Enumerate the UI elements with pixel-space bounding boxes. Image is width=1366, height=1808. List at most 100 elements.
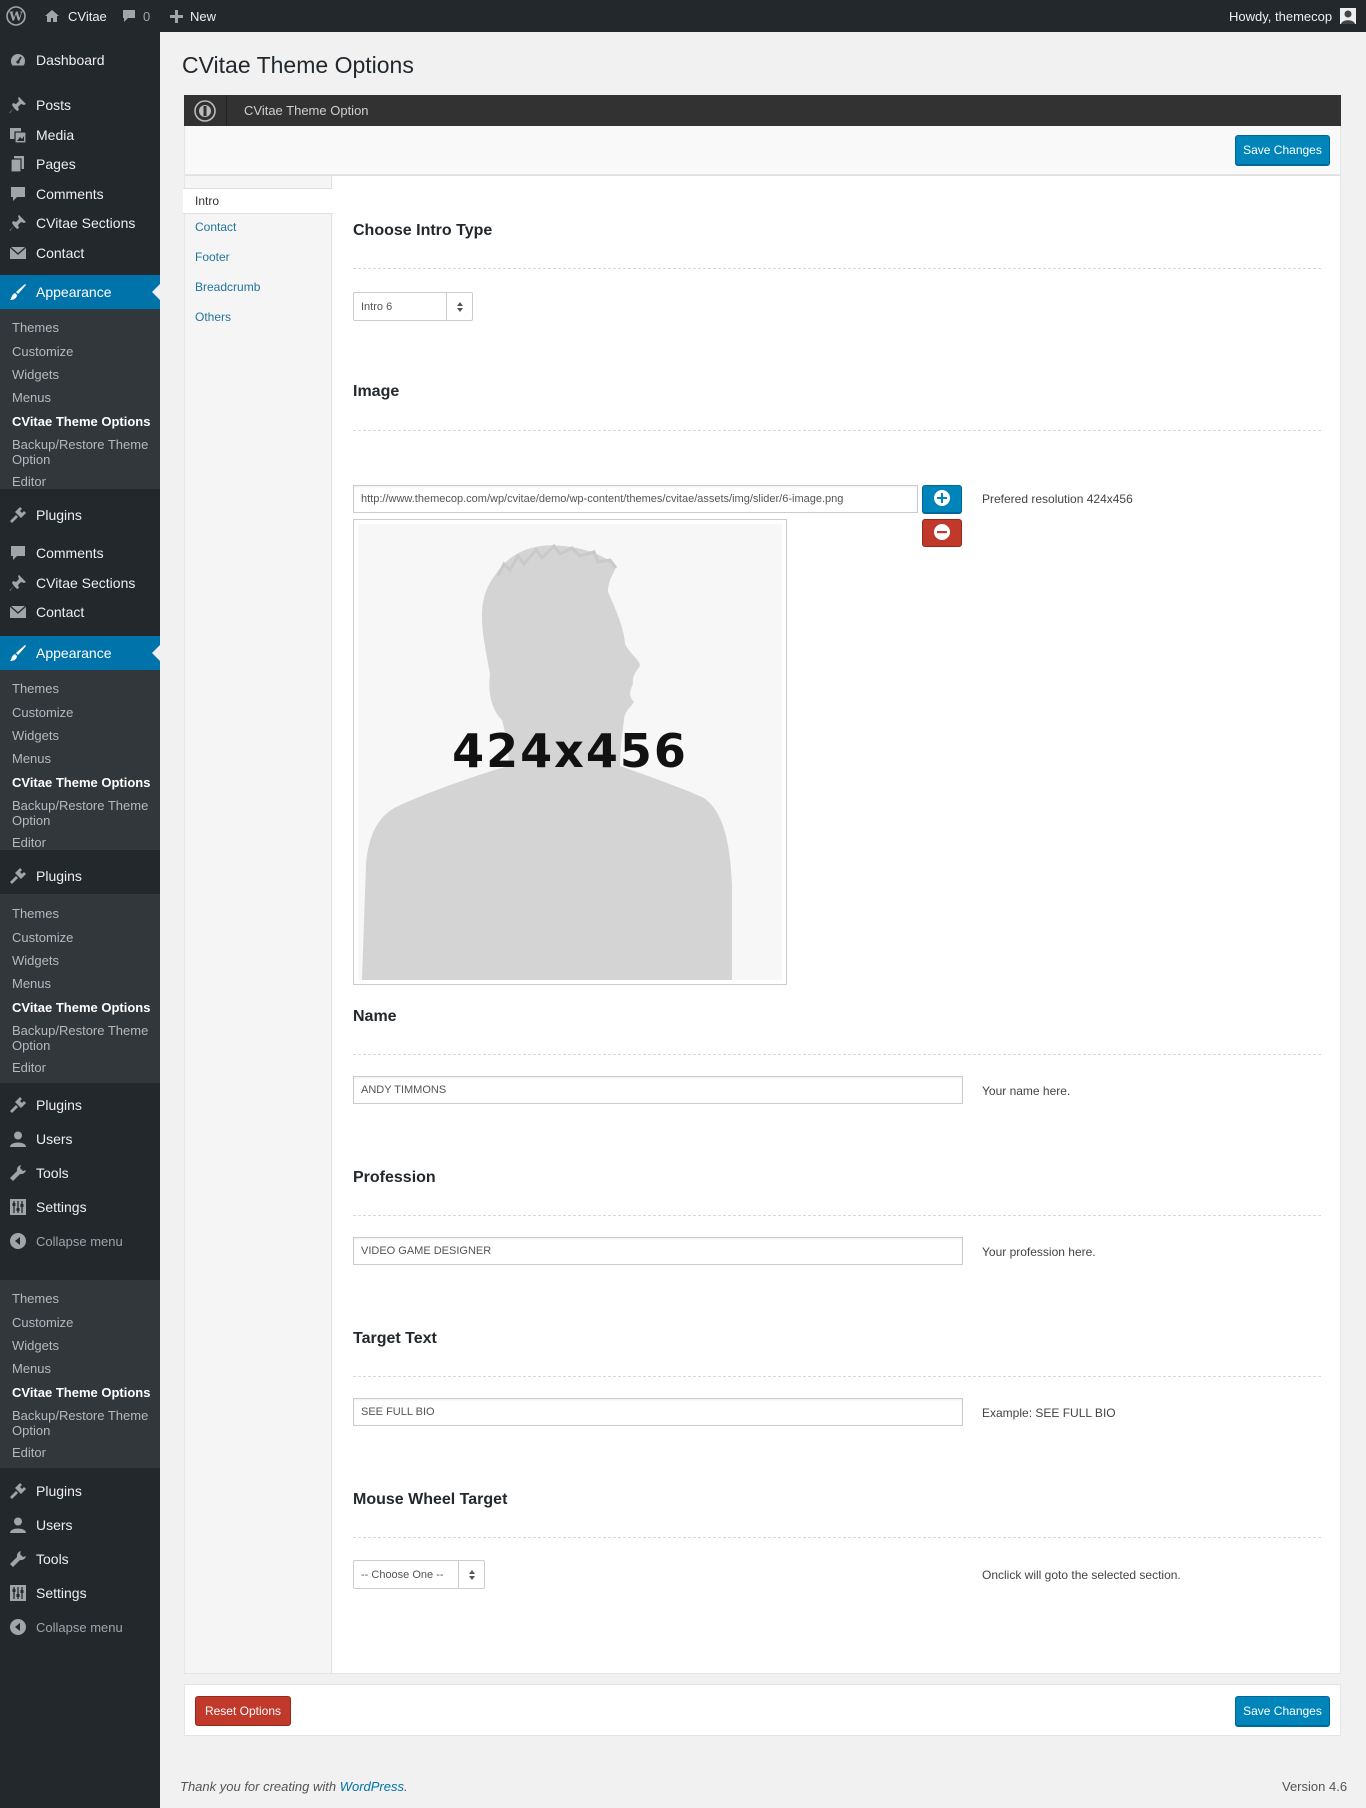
submenu-backup-restore[interactable]: Backup/Restore Theme Option	[12, 1408, 157, 1438]
pages-icon	[8, 154, 28, 174]
menu-label: Settings	[36, 1199, 87, 1215]
menu-settings[interactable]: Settings	[0, 1190, 160, 1224]
sliders-icon	[8, 1583, 28, 1603]
name-input[interactable]: ANDY TIMMONS	[353, 1076, 963, 1104]
submenu-menus[interactable]: Menus	[12, 1361, 157, 1376]
new-content-link[interactable]: New	[170, 0, 216, 32]
submenu-customize[interactable]: Customize	[12, 930, 157, 945]
wordpress-link[interactable]: WordPress	[340, 1779, 404, 1794]
submenu-themes[interactable]: Themes	[12, 906, 157, 921]
tab-intro[interactable]: Intro	[183, 188, 333, 214]
submenu-widgets[interactable]: Widgets	[12, 953, 157, 968]
new-label: New	[190, 8, 217, 24]
menu-label: Plugins	[36, 1483, 82, 1499]
menu-users[interactable]: Users	[0, 1508, 160, 1542]
menu-appearance[interactable]: Appearance	[0, 636, 160, 670]
pushpin-icon	[8, 95, 28, 115]
menu-comments[interactable]: Comments	[0, 536, 160, 570]
select-arrows-icon	[458, 1561, 484, 1588]
submenu-backup-restore[interactable]: Backup/Restore Theme Option	[12, 1023, 157, 1053]
remove-image-button[interactable]	[922, 519, 962, 547]
comments-link[interactable]: 0	[121, 0, 150, 32]
menu-users[interactable]: Users	[0, 1122, 160, 1156]
submenu-themes[interactable]: Themes	[12, 1291, 157, 1306]
submenu-customize[interactable]: Customize	[12, 1315, 157, 1330]
my-account-link[interactable]: Howdy, themecop	[1229, 0, 1357, 32]
collapse-arrow-icon	[8, 1231, 28, 1251]
image-title: Image	[353, 383, 400, 400]
tab-others[interactable]: Others	[195, 310, 231, 324]
submenu-backup-restore[interactable]: Backup/Restore Theme Option	[12, 798, 157, 828]
menu-plugins[interactable]: Plugins	[0, 859, 160, 893]
menu-plugins[interactable]: Plugins	[0, 498, 160, 532]
submenu-editor[interactable]: Editor	[12, 1445, 157, 1460]
intro-type-select[interactable]: Intro 6	[353, 292, 473, 321]
submenu-menus[interactable]: Menus	[12, 390, 157, 405]
submenu-editor[interactable]: Editor	[12, 474, 157, 489]
menu-pages[interactable]: Pages	[0, 147, 160, 181]
menu-cvitae-sections[interactable]: CVitae Sections	[0, 206, 160, 240]
menu-appearance[interactable]: Appearance	[0, 275, 160, 309]
collapse-menu-button[interactable]: Collapse menu	[0, 1610, 160, 1644]
user-icon	[8, 1515, 28, 1535]
menu-contact[interactable]: Contact	[0, 236, 160, 270]
submenu-widgets[interactable]: Widgets	[12, 1338, 157, 1353]
menu-plugins[interactable]: Plugins	[0, 1088, 160, 1122]
save-changes-button[interactable]: Save Changes	[1235, 135, 1330, 165]
submenu-customize[interactable]: Customize	[12, 344, 157, 359]
menu-tools[interactable]: Tools	[0, 1542, 160, 1576]
menu-label: Tools	[36, 1165, 69, 1181]
add-image-button[interactable]	[922, 485, 962, 513]
target-text-input[interactable]: SEE FULL BIO	[353, 1398, 963, 1426]
submenu-widgets[interactable]: Widgets	[12, 728, 157, 743]
menu-contact[interactable]: Contact	[0, 595, 160, 629]
submenu-cvitae-theme-options[interactable]: CVitae Theme Options	[12, 1000, 157, 1015]
image-url-input[interactable]: http://www.themecop.com/wp/cvitae/demo/w…	[353, 485, 918, 513]
menu-label: Appearance	[36, 645, 112, 661]
wordpress-logo-icon[interactable]: W	[6, 0, 28, 32]
howdy-text: Howdy, themecop	[1229, 8, 1333, 24]
submenu-editor[interactable]: Editor	[12, 1060, 157, 1075]
submenu-menus[interactable]: Menus	[12, 751, 157, 766]
menu-posts[interactable]: Posts	[0, 88, 160, 122]
site-name-link[interactable]: CVitae	[44, 0, 107, 32]
profession-input[interactable]: VIDEO GAME DESIGNER	[353, 1237, 963, 1265]
menu-label: Media	[36, 127, 75, 143]
submenu-backup-restore[interactable]: Backup/Restore Theme Option	[12, 437, 157, 467]
save-changes-button[interactable]: Save Changes	[1235, 1696, 1330, 1726]
tab-footer[interactable]: Footer	[195, 250, 230, 264]
menu-label: Plugins	[36, 507, 82, 523]
collapse-menu-button[interactable]: Collapse menu	[0, 1224, 160, 1258]
submenu-customize[interactable]: Customize	[12, 705, 157, 720]
submenu-cvitae-theme-options[interactable]: CVitae Theme Options	[12, 1385, 157, 1400]
submenu-widgets[interactable]: Widgets	[12, 367, 157, 382]
tab-breadcrumb[interactable]: Breadcrumb	[195, 280, 260, 294]
menu-label: CVitae Sections	[36, 575, 136, 591]
menu-tools[interactable]: Tools	[0, 1156, 160, 1190]
plug-icon	[8, 505, 28, 525]
submenu-themes[interactable]: Themes	[12, 681, 157, 696]
appearance-submenu: Themes Customize Widgets Menus CVitae Th…	[0, 1280, 160, 1468]
menu-label: Comments	[36, 545, 104, 561]
mouse-wheel-select[interactable]: -- Choose One --	[353, 1560, 485, 1589]
envelope-icon	[8, 602, 28, 622]
submenu-editor[interactable]: Editor	[12, 835, 157, 850]
mouse-wheel-value: -- Choose One --	[361, 1568, 444, 1581]
menu-settings[interactable]: Settings	[0, 1576, 160, 1610]
panel-title: CVitae Theme Option	[244, 103, 369, 118]
submenu-themes[interactable]: Themes	[12, 320, 157, 335]
menu-dashboard[interactable]: Dashboard	[0, 43, 160, 77]
site-name: CVitae	[68, 8, 107, 24]
submenu-cvitae-theme-options[interactable]: CVitae Theme Options	[12, 414, 157, 429]
section-divider	[353, 1054, 1321, 1055]
submenu-cvitae-theme-options[interactable]: CVitae Theme Options	[12, 775, 157, 790]
user-icon	[8, 1129, 28, 1149]
reset-options-button[interactable]: Reset Options	[195, 1696, 291, 1726]
menu-label: Posts	[36, 97, 72, 113]
menu-label: Pages	[36, 156, 76, 172]
pushpin-icon	[8, 573, 28, 593]
tab-contact[interactable]: Contact	[195, 220, 236, 234]
menu-plugins[interactable]: Plugins	[0, 1474, 160, 1508]
plug-icon	[8, 1481, 28, 1501]
submenu-menus[interactable]: Menus	[12, 976, 157, 991]
